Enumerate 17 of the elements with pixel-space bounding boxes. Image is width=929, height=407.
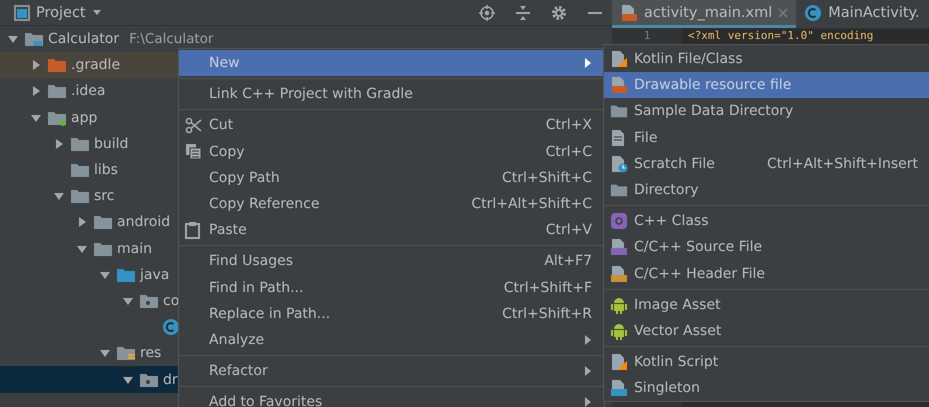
- tree-label: build: [94, 136, 128, 152]
- tree-label: java: [140, 266, 170, 283]
- tree-label: app: [71, 110, 98, 126]
- tree-label: src: [94, 188, 114, 204]
- tree-label: res: [140, 345, 162, 362]
- tree-label: .idea: [71, 83, 106, 100]
- tree-label: dr: [163, 372, 178, 388]
- tree-label: .gradle: [71, 57, 120, 74]
- tree-label: Calculator: [48, 31, 120, 48]
- line-number: 1: [644, 29, 650, 42]
- project-path: F:\Calculator: [129, 31, 214, 48]
- tree-label: main: [117, 240, 152, 257]
- tree-label: android: [117, 214, 170, 230]
- tree-label: libs: [94, 162, 118, 178]
- tree-label: co: [163, 292, 180, 309]
- panel-title: Project: [36, 4, 86, 20]
- code-line: <?xml version="1.0" encoding: [687, 29, 874, 42]
